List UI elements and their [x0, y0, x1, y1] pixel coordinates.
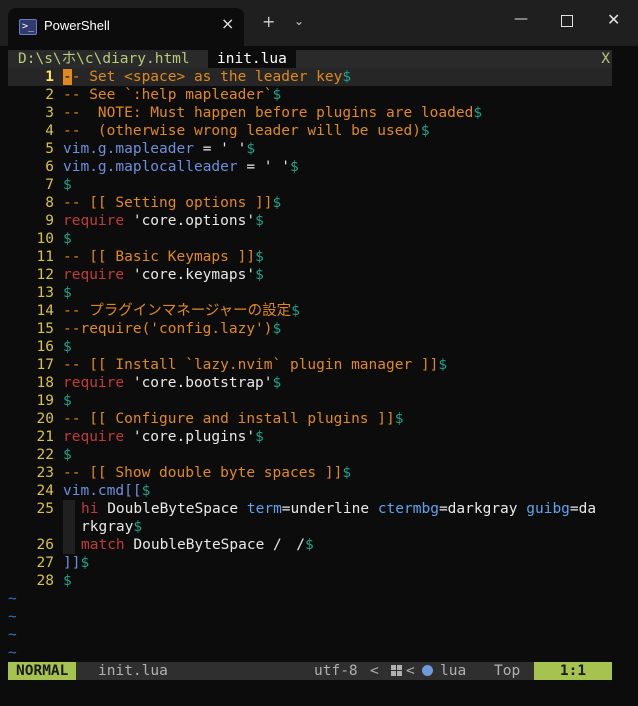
code-line: 15 --require('config.lazy')$ [36, 321, 282, 337]
code-line: 5 vim.g.mapleader = ' '$ [45, 141, 256, 157]
empty-line: ~ [8, 627, 17, 643]
code-line: 4 -- (otherwise wrong leader will be used… [45, 123, 430, 139]
mode-indicator: NORMAL [8, 662, 77, 680]
code-line: 18 require 'core.bootstrap'$ [36, 375, 282, 391]
statusline: NORMAL init.lua utf-8 < < lua Top 1:1 [8, 662, 612, 680]
close-window-button[interactable]: ✕ [607, 10, 620, 29]
code-line: 6 vim.g.maplocalleader = ' '$ [45, 159, 299, 175]
vim-tab-diary[interactable]: D:\s\ホ\c\diary.html [18, 50, 190, 68]
status-cursor-location: 1:1 [534, 662, 612, 680]
tab-title: PowerShell [44, 18, 110, 33]
terminal-pane[interactable]: D:\s\ホ\c\diary.html init.lua X 1 -- Set <… [8, 50, 612, 686]
code-line: 16 $ [36, 339, 72, 355]
status-filetype: lua [440, 663, 467, 679]
code-line: 14 -- プラグインマネージャーの設定$ [36, 303, 300, 319]
status-encoding: utf-8 [314, 663, 358, 679]
code-line: 10 $ [36, 231, 72, 247]
vim-tabline: D:\s\ホ\c\diary.html init.lua X [8, 50, 612, 68]
status-scroll-position: Top [494, 663, 521, 679]
cursor: - [63, 69, 72, 85]
vim-tab-init-lua[interactable]: init.lua [208, 50, 296, 68]
code-line-wrapped: rkgray$ [8, 518, 612, 536]
code-line: 11 -- [[ Basic Keymaps ]]$ [36, 249, 264, 265]
windows-icon [391, 665, 402, 676]
code-line: 27]]$ [36, 555, 90, 571]
code-line: 17 -- [[ Install `lazy.nvim` plugin manag… [36, 357, 448, 373]
empty-line: ~ [8, 645, 17, 661]
empty-line: ~ [8, 591, 17, 607]
tab-close-button[interactable]: × [221, 14, 234, 33]
empty-line: ~ [8, 609, 17, 625]
code-line: 8 -- [[ Setting options ]]$ [45, 195, 282, 211]
code-line: 7 $ [45, 177, 72, 193]
title-bar: >_ PowerShell × + ⌄ — ✕ [0, 0, 638, 46]
code-line: 21 require 'core.plugins'$ [36, 429, 264, 445]
code-line: 23 -- [[ Show double byte spaces ]]$ [36, 465, 352, 481]
code-line: 9 require 'core.options'$ [45, 213, 264, 229]
chevron-down-icon[interactable]: ⌄ [294, 14, 304, 28]
separator: < [406, 663, 415, 679]
separator: < [370, 663, 379, 679]
maximize-button[interactable] [561, 15, 573, 27]
code-line: 1 -- Set <space> as the leader key$ [8, 68, 612, 86]
code-line: 25 hi DoubleByteSpace term=underline cter… [36, 500, 597, 518]
new-tab-button[interactable]: + [262, 12, 275, 31]
code-line: 12 require 'core.keymaps'$ [36, 267, 264, 283]
powershell-icon: >_ [19, 19, 37, 35]
vim-tab-close-button[interactable]: X [601, 50, 610, 68]
code-line: 24 vim.cmd[[$ [36, 483, 151, 499]
line-number: 1 [45, 69, 54, 85]
code-line: 3 -- NOTE: Must happen before plugins are… [45, 105, 483, 121]
code-line: 22 $ [36, 447, 72, 463]
code-line: 20 -- [[ Configure and install plugins ]]… [36, 411, 404, 427]
code-line: 19 $ [36, 393, 72, 409]
status-filename: init.lua [98, 663, 168, 679]
editor-buffer[interactable]: 1 -- Set <space> as the leader key$ 2 -- S… [8, 68, 612, 662]
minimize-button[interactable]: — [514, 11, 528, 27]
code-line: 26 match DoubleByteSpace / /$ [36, 536, 314, 554]
tab-powershell[interactable]: >_ PowerShell × [8, 8, 244, 46]
lua-icon [422, 665, 433, 676]
code-line: 13 $ [36, 285, 72, 301]
code-line: 28 $ [36, 573, 72, 589]
code-line: 2 -- See `:help mapleader`$ [45, 87, 282, 103]
